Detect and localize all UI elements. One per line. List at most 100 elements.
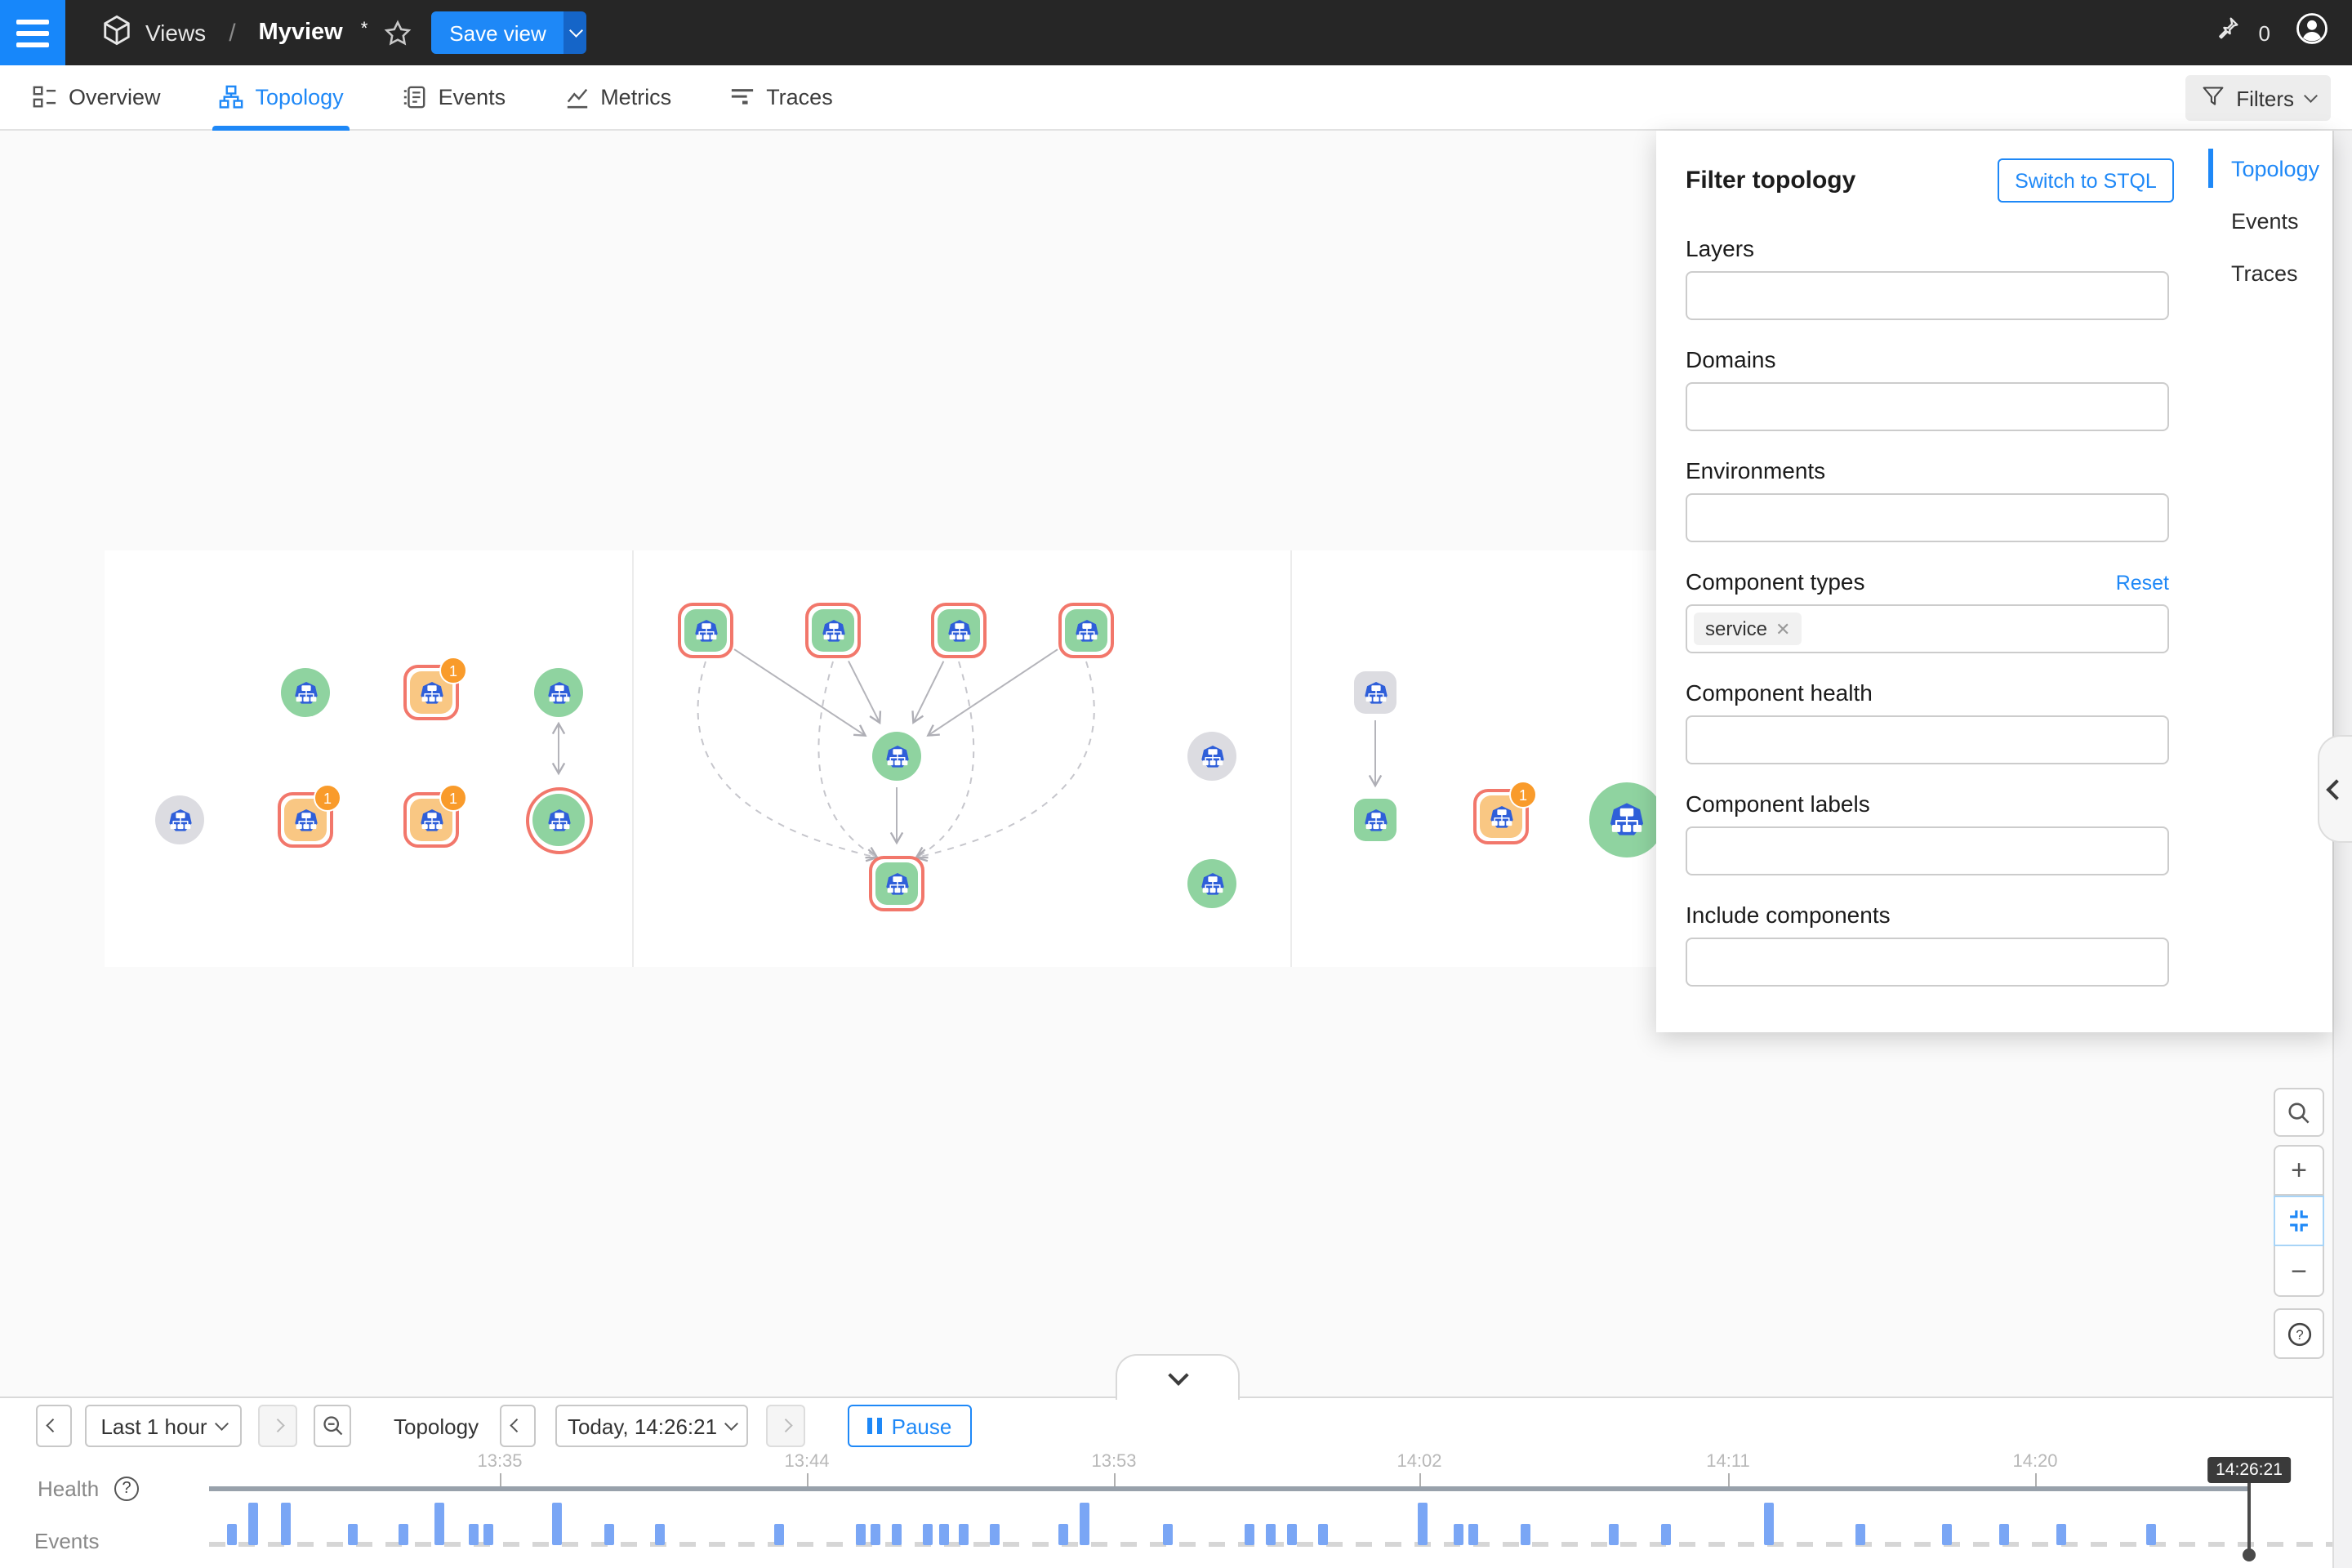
topology-node-service[interactable]: 1 bbox=[403, 665, 459, 720]
fit-to-screen-button[interactable] bbox=[2274, 1196, 2324, 1246]
time-axis-label: 13:44 bbox=[784, 1452, 829, 1472]
timeline-cursor-handle[interactable] bbox=[2243, 1548, 2256, 1561]
topology-node-service[interactable] bbox=[1354, 671, 1396, 714]
zoom-in-button[interactable]: + bbox=[2274, 1145, 2324, 1196]
tab-events[interactable]: Events bbox=[403, 65, 506, 130]
tab-overview[interactable]: Overview bbox=[33, 65, 161, 130]
event-count-bar bbox=[1163, 1524, 1173, 1545]
topology-node-service[interactable] bbox=[281, 668, 330, 717]
topology-node-service[interactable] bbox=[534, 668, 583, 717]
filter-section-label: Component health bbox=[1686, 679, 1873, 706]
time-forward-button[interactable] bbox=[766, 1405, 805, 1447]
metrics-icon bbox=[564, 85, 589, 109]
filter-section: Component health bbox=[1686, 679, 2169, 764]
pause-button[interactable]: Pause bbox=[848, 1405, 972, 1447]
app-window: Views / Myview * Save view 0 Overview bbox=[0, 0, 2352, 1568]
chevron-left-icon bbox=[2326, 778, 2346, 799]
event-count-bar bbox=[871, 1524, 880, 1545]
filter-input-layers[interactable] bbox=[1686, 271, 2169, 320]
filter-section-label: Component labels bbox=[1686, 791, 1870, 817]
tab-metrics[interactable]: Metrics bbox=[564, 65, 671, 130]
topology-node-service[interactable] bbox=[1187, 732, 1236, 781]
event-count-bar bbox=[1661, 1524, 1671, 1545]
topology-node-service[interactable] bbox=[678, 603, 733, 658]
topology-node-service[interactable] bbox=[1187, 859, 1236, 908]
zoom-out-icon bbox=[321, 1414, 344, 1437]
filter-section: Environments bbox=[1686, 457, 2169, 542]
filter-input-component-types[interactable]: service✕ bbox=[1686, 604, 2169, 653]
event-count-badge: 1 bbox=[439, 657, 467, 684]
topology-node-service[interactable] bbox=[931, 603, 987, 658]
save-view-dropdown-button[interactable] bbox=[564, 11, 587, 54]
chevron-down-icon bbox=[1167, 1365, 1187, 1385]
topology-node-service[interactable] bbox=[869, 856, 924, 911]
timeline-cursor-badge[interactable]: 14:26:21 bbox=[2207, 1457, 2291, 1483]
event-count-bar bbox=[1266, 1524, 1276, 1545]
side-tab-events[interactable]: Events bbox=[2208, 203, 2332, 238]
filter-input-include-components[interactable] bbox=[1686, 938, 2169, 987]
current-time-value: Today, 14:26:21 bbox=[568, 1414, 717, 1438]
breadcrumb-views-link[interactable]: Views bbox=[145, 20, 206, 46]
time-axis-label: 14:02 bbox=[1396, 1452, 1441, 1472]
topology-node-service[interactable] bbox=[805, 603, 861, 658]
expand-right-panel-button[interactable] bbox=[2318, 735, 2352, 843]
topology-node-service[interactable] bbox=[155, 795, 204, 844]
current-time-select[interactable]: Today, 14:26:21 bbox=[555, 1405, 748, 1447]
tab-traces[interactable]: Traces bbox=[730, 65, 833, 130]
time-range-back-button[interactable] bbox=[36, 1405, 72, 1447]
hamburger-menu-button[interactable] bbox=[0, 0, 65, 65]
topology-node-service[interactable] bbox=[525, 786, 592, 853]
collapse-timeline-button[interactable] bbox=[1116, 1354, 1240, 1400]
right-panel-rail bbox=[2332, 131, 2352, 1568]
event-count-badge: 1 bbox=[314, 784, 341, 812]
topology-node-service[interactable]: 1 bbox=[278, 792, 333, 848]
save-view-button[interactable]: Save view bbox=[431, 11, 564, 54]
topology-node-service[interactable] bbox=[1354, 799, 1396, 841]
health-help-icon[interactable]: ? bbox=[114, 1477, 139, 1501]
filter-input-environments[interactable] bbox=[1686, 493, 2169, 542]
overview-icon bbox=[33, 85, 57, 109]
event-count-bar bbox=[227, 1524, 237, 1545]
search-component-button[interactable] bbox=[2274, 1088, 2324, 1137]
service-component-icon bbox=[167, 808, 192, 832]
filter-section-label: Include components bbox=[1686, 902, 1891, 928]
filter-input-component-labels[interactable] bbox=[1686, 826, 2169, 875]
switch-to-stql-button[interactable]: Switch to STQL bbox=[1998, 158, 2174, 203]
event-count-bar bbox=[1999, 1524, 2009, 1545]
side-tab-topology[interactable]: Topology bbox=[2208, 150, 2332, 186]
filter-section-label: Environments bbox=[1686, 457, 1825, 483]
topology-node-service[interactable]: 1 bbox=[403, 792, 459, 848]
topology-node-service[interactable]: 1 bbox=[1473, 789, 1529, 844]
plus-icon: + bbox=[2291, 1156, 2307, 1184]
timeline-context-label: Topology bbox=[394, 1405, 479, 1447]
timeline-zoom-out-button[interactable] bbox=[314, 1405, 351, 1447]
top-bar: Views / Myview * Save view 0 bbox=[0, 0, 2352, 65]
time-range-select[interactable]: Last 1 hour bbox=[85, 1405, 242, 1447]
service-component-icon bbox=[1200, 871, 1224, 896]
filter-input-component-health[interactable] bbox=[1686, 715, 2169, 764]
remove-chip-icon[interactable]: ✕ bbox=[1775, 618, 1790, 639]
topology-node-service[interactable] bbox=[872, 732, 921, 781]
filters-button[interactable]: Filters bbox=[2185, 75, 2331, 121]
health-row-label: Health bbox=[38, 1477, 99, 1501]
user-avatar[interactable] bbox=[2295, 11, 2329, 54]
topology-node-service[interactable] bbox=[1058, 603, 1114, 658]
health-timeline[interactable] bbox=[209, 1486, 2249, 1491]
time-back-button[interactable] bbox=[500, 1405, 536, 1447]
help-button[interactable]: ? bbox=[2274, 1308, 2324, 1359]
favorite-star-icon[interactable] bbox=[384, 19, 412, 47]
topology-node-service[interactable] bbox=[1589, 782, 1664, 858]
filter-section: Include components bbox=[1686, 902, 2169, 987]
event-count-bar bbox=[1855, 1524, 1865, 1545]
filter-input-domains[interactable] bbox=[1686, 382, 2169, 431]
time-range-forward-button[interactable] bbox=[258, 1405, 297, 1447]
tab-metrics-label: Metrics bbox=[600, 85, 671, 109]
side-tab-traces[interactable]: Traces bbox=[2208, 255, 2332, 291]
tab-topology[interactable]: Topology bbox=[220, 65, 344, 130]
filter-section-label: Domains bbox=[1686, 346, 1776, 372]
reset-link[interactable]: Reset bbox=[2116, 572, 2169, 595]
traces-icon bbox=[730, 85, 755, 109]
pin-icon[interactable] bbox=[2213, 15, 2241, 51]
event-count-bar bbox=[2056, 1524, 2066, 1545]
zoom-out-button[interactable]: − bbox=[2274, 1246, 2324, 1297]
